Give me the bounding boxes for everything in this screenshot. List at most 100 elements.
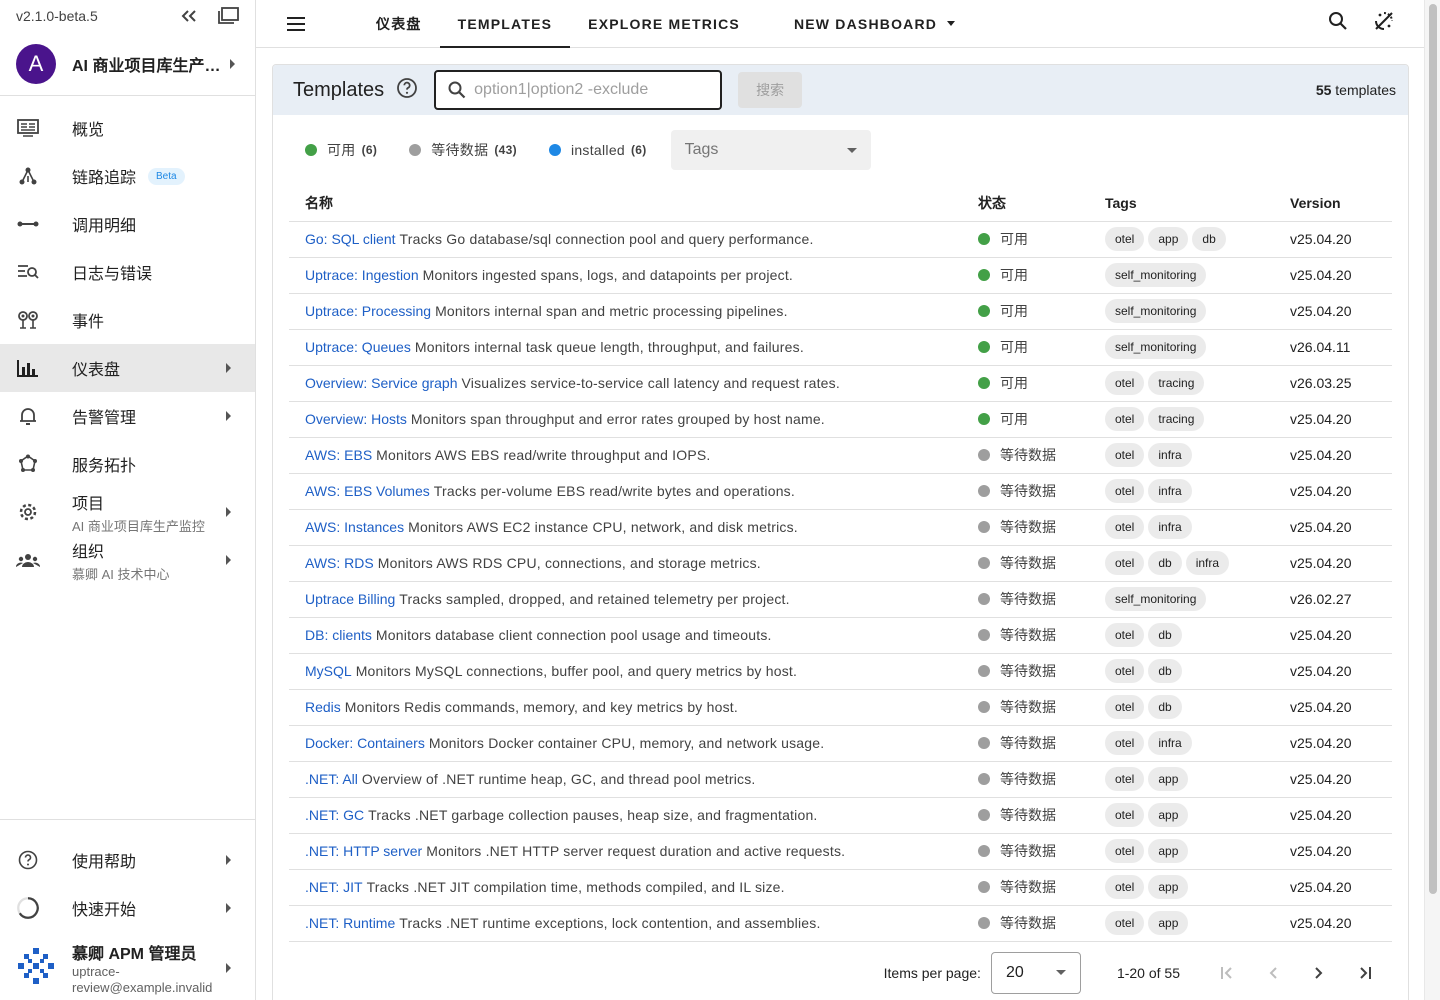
table-row[interactable]: .NET: JIT Tracks .NET JIT compilation tim… <box>289 869 1392 906</box>
table-row[interactable]: Uptrace: Ingestion Monitors ingested span… <box>289 257 1392 294</box>
template-link[interactable]: .NET: HTTP server <box>305 843 422 859</box>
template-link[interactable]: Docker: Containers <box>305 735 425 751</box>
template-link[interactable]: AWS: Instances <box>305 519 404 535</box>
filter-available[interactable]: 可用 (6) <box>305 140 377 160</box>
template-link[interactable]: Overview: Service graph <box>305 375 458 391</box>
sidebar-item-logs[interactable]: 日志与错误 <box>0 248 255 296</box>
tags-select[interactable]: Tags <box>670 130 871 170</box>
project-switcher[interactable]: A AI 商业项目库生产监控 <box>0 32 255 96</box>
table-row[interactable]: .NET: Runtime Tracks .NET runtime excepti… <box>289 905 1392 942</box>
user-menu[interactable]: 慕卿 APM 管理员 uptrace-review@example.invali… <box>0 936 255 1000</box>
table-row[interactable]: Uptrace: Queues Monitors internal task qu… <box>289 329 1392 366</box>
tab-explore-metrics[interactable]: EXPLORE METRICS <box>570 0 758 48</box>
sidebar-item-dashboards[interactable]: 仪表盘 <box>0 344 255 392</box>
template-link[interactable]: DB: clients <box>305 627 372 643</box>
first-page-button[interactable] <box>1204 953 1250 993</box>
tag-chip[interactable]: app <box>1148 839 1189 863</box>
tag-chip[interactable]: otel <box>1105 623 1145 647</box>
tag-chip[interactable]: infra <box>1148 443 1192 467</box>
scrollbar-thumb[interactable] <box>1429 4 1437 894</box>
tag-chip[interactable]: otel <box>1105 371 1145 395</box>
table-row[interactable]: .NET: GC Tracks .NET garbage collection p… <box>289 797 1392 834</box>
template-link[interactable]: Go: SQL client <box>305 231 396 247</box>
template-link[interactable]: Redis <box>305 699 341 715</box>
page-scrollbar[interactable] <box>1424 0 1440 1000</box>
sidebar-item-quickstart[interactable]: 快速开始 <box>0 884 255 932</box>
tag-chip[interactable]: otel <box>1105 443 1145 467</box>
search-input[interactable] <box>474 81 705 99</box>
table-row[interactable]: .NET: HTTP server Monitors .NET HTTP serv… <box>289 833 1392 870</box>
tag-chip[interactable]: self_monitoring <box>1105 299 1207 323</box>
tag-chip[interactable]: infra <box>1148 731 1192 755</box>
menu-button[interactable] <box>272 0 320 48</box>
tag-chip[interactable]: tracing <box>1148 371 1205 395</box>
template-link[interactable]: MySQL <box>305 663 352 679</box>
table-row[interactable]: Go: SQL client Tracks Go database/sql con… <box>289 221 1392 258</box>
template-link[interactable]: Uptrace: Queues <box>305 339 411 355</box>
search-icon[interactable] <box>1328 11 1348 36</box>
table-row[interactable]: Uptrace Billing Tracks sampled, dropped, … <box>289 581 1392 618</box>
sidebar-item-project[interactable]: 项目 AI 商业项目库生产监控 <box>0 488 255 536</box>
tag-chip[interactable]: otel <box>1105 803 1145 827</box>
prev-page-button[interactable] <box>1250 953 1296 993</box>
tag-chip[interactable]: db <box>1148 551 1182 575</box>
table-row[interactable]: .NET: All Overview of .NET runtime heap, … <box>289 761 1392 798</box>
column-header-tags[interactable]: Tags <box>1089 185 1274 222</box>
tag-chip[interactable]: db <box>1148 623 1182 647</box>
filter-waiting[interactable]: 等待数据 (43) <box>409 140 517 160</box>
tag-chip[interactable]: db <box>1148 695 1182 719</box>
last-page-button[interactable] <box>1342 953 1388 993</box>
windows-icon[interactable] <box>217 7 239 25</box>
next-page-button[interactable] <box>1296 953 1342 993</box>
column-header-status[interactable]: 状态 <box>962 185 1089 222</box>
tag-chip[interactable]: self_monitoring <box>1105 335 1207 359</box>
table-row[interactable]: AWS: RDS Monitors AWS RDS CPU, connection… <box>289 545 1392 582</box>
tag-chip[interactable]: tracing <box>1148 407 1205 431</box>
template-link[interactable]: Uptrace: Ingestion <box>305 267 419 283</box>
tag-chip[interactable]: db <box>1148 659 1182 683</box>
filter-installed[interactable]: installed (6) <box>548 142 647 158</box>
template-link[interactable]: AWS: EBS <box>305 447 372 463</box>
table-row[interactable]: Docker: Containers Monitors Docker contai… <box>289 725 1392 762</box>
tab-dashboards[interactable]: 仪表盘 <box>358 0 440 48</box>
search-field[interactable] <box>434 70 723 110</box>
tag-chip[interactable]: otel <box>1105 227 1145 251</box>
table-row[interactable]: DB: clients Monitors database client conn… <box>289 617 1392 654</box>
tag-chip[interactable]: app <box>1148 875 1189 899</box>
tag-chip[interactable]: self_monitoring <box>1105 587 1207 611</box>
template-link[interactable]: AWS: EBS Volumes <box>305 483 430 499</box>
sidebar-item-organization[interactable]: 组织 慕卿 AI 技术中心 <box>0 536 255 584</box>
column-header-name[interactable]: 名称 <box>289 185 962 222</box>
tag-chip[interactable]: otel <box>1105 551 1145 575</box>
tag-chip[interactable]: otel <box>1105 407 1145 431</box>
sidebar-item-tracing[interactable]: 链路追踪 Beta <box>0 152 255 200</box>
tag-chip[interactable]: otel <box>1105 659 1145 683</box>
table-row[interactable]: Redis Monitors Redis commands, memory, an… <box>289 689 1392 726</box>
template-link[interactable]: .NET: All <box>305 771 358 787</box>
sidebar-item-help[interactable]: 使用帮助 <box>0 836 255 884</box>
new-dashboard-button[interactable]: NEW DASHBOARD <box>776 0 973 48</box>
table-row[interactable]: Overview: Hosts Monitors span throughput … <box>289 401 1392 438</box>
table-row[interactable]: AWS: EBS Volumes Tracks per-volume EBS re… <box>289 473 1392 510</box>
sidebar-item-alerts[interactable]: 告警管理 <box>0 392 255 440</box>
table-row[interactable]: Overview: Service graph Visualizes servic… <box>289 365 1392 402</box>
items-per-page-select[interactable]: 20 <box>990 951 1081 994</box>
tag-chip[interactable]: otel <box>1105 767 1145 791</box>
help-icon[interactable] <box>396 77 418 104</box>
template-link[interactable]: .NET: Runtime <box>305 915 395 931</box>
template-link[interactable]: .NET: GC <box>305 807 364 823</box>
sidebar-item-overview[interactable]: 概览 <box>0 104 255 152</box>
template-link[interactable]: Uptrace: Processing <box>305 303 431 319</box>
tag-chip[interactable]: otel <box>1105 479 1145 503</box>
table-row[interactable]: MySQL Monitors MySQL connections, buffer … <box>289 653 1392 690</box>
tag-chip[interactable]: app <box>1148 227 1189 251</box>
tag-chip[interactable]: otel <box>1105 515 1145 539</box>
template-link[interactable]: Overview: Hosts <box>305 411 407 427</box>
tag-chip[interactable]: otel <box>1105 731 1145 755</box>
sidebar-item-events[interactable]: 事件 <box>0 296 255 344</box>
tag-chip[interactable]: app <box>1148 803 1189 827</box>
tag-chip[interactable]: app <box>1148 767 1189 791</box>
column-header-version[interactable]: Version <box>1274 185 1392 222</box>
table-row[interactable]: Uptrace: Processing Monitors internal spa… <box>289 293 1392 330</box>
tag-chip[interactable]: infra <box>1148 479 1192 503</box>
